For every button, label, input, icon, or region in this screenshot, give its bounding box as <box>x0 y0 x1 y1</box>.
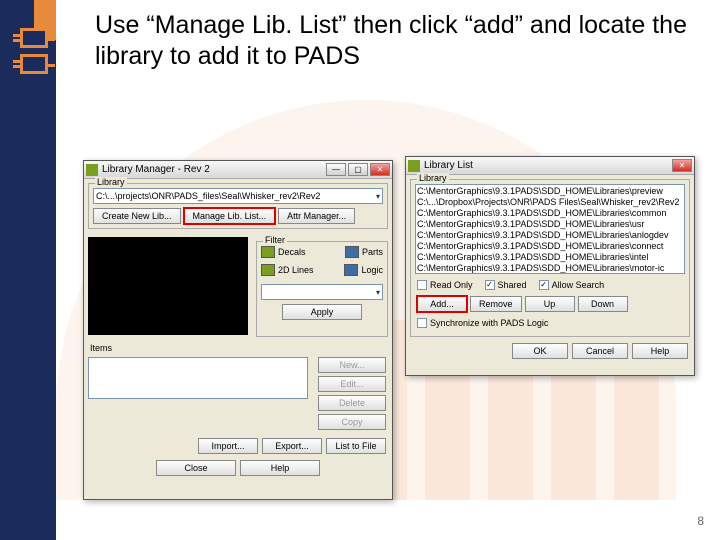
filter-2dlines[interactable]: 2D Lines <box>278 265 314 275</box>
items-listbox[interactable] <box>88 357 308 399</box>
titlebar[interactable]: Library Manager - Rev 2 — ▢ ✕ <box>84 161 392 179</box>
window-title: Library Manager - Rev 2 <box>102 164 210 175</box>
library-list-window: Library List ✕ Library C:\MentorGraphics… <box>405 156 695 376</box>
app-icon <box>408 160 420 172</box>
slide-title: Use “Manage Lib. List” then click “add” … <box>95 10 700 73</box>
group-label: Library <box>417 173 449 183</box>
app-icon <box>86 164 98 176</box>
export-button[interactable]: Export... <box>262 438 322 454</box>
decals-icon <box>261 246 275 258</box>
close-button[interactable]: ✕ <box>370 163 390 176</box>
list-item[interactable]: C:\MentorGraphics\9.3.1PADS\SDD_HOME\Lib… <box>417 263 683 274</box>
apply-button[interactable]: Apply <box>282 304 362 320</box>
delete-button[interactable]: Delete <box>318 395 386 411</box>
down-button[interactable]: Down <box>578 296 628 312</box>
titlebar[interactable]: Library List ✕ <box>406 157 694 175</box>
attr-manager-button[interactable]: Attr Manager... <box>278 208 355 224</box>
ok-button[interactable]: OK <box>512 343 568 359</box>
list-item[interactable]: C:\MentorGraphics\9.3.1PADS\SDD_HOME\Lib… <box>417 219 683 230</box>
add-button[interactable]: Add... <box>417 296 467 312</box>
window-title: Library List <box>424 160 473 171</box>
parts-icon <box>345 246 359 258</box>
chip-icon <box>20 54 48 74</box>
close-button[interactable]: ✕ <box>672 159 692 172</box>
library-manager-window: Library Manager - Rev 2 — ▢ ✕ Library C:… <box>83 160 393 500</box>
filter-parts[interactable]: Parts <box>362 247 383 257</box>
preview-area <box>88 237 248 335</box>
remove-button[interactable]: Remove <box>470 296 522 312</box>
minimize-button[interactable]: — <box>326 163 346 176</box>
import-button[interactable]: Import... <box>198 438 258 454</box>
group-label: Filter <box>263 235 287 245</box>
list-item[interactable]: C:\MentorGraphics\9.3.1PADS\SDD_HOME\Lib… <box>417 208 683 219</box>
list-item[interactable]: C:\MentorGraphics\9.3.1PADS\SDD_HOME\Lib… <box>417 241 683 252</box>
filter-group: Filter DecalsParts 2D LinesLogic Apply <box>256 241 388 337</box>
close-dialog-button[interactable]: Close <box>156 460 236 476</box>
library-group: Library C:\MentorGraphics\9.3.1PADS\SDD_… <box>410 179 690 337</box>
filter-decals[interactable]: Decals <box>278 247 306 257</box>
manage-lib-list-button[interactable]: Manage Lib. List... <box>184 208 276 224</box>
lines-icon <box>261 264 275 276</box>
list-item[interactable]: C:\...\Dropbox\Projects\ONR\PADS Files\S… <box>417 197 683 208</box>
filter-logic[interactable]: Logic <box>361 265 383 275</box>
group-label: Library <box>95 177 127 187</box>
edit-button[interactable]: Edit... <box>318 376 386 392</box>
library-path-combo[interactable]: C:\...\projects\ONR\PADS_files\Seal\Whis… <box>93 188 383 204</box>
page-number: 8 <box>697 514 704 528</box>
readonly-checkbox[interactable]: Read Only <box>417 280 473 290</box>
new-button[interactable]: New... <box>318 357 386 373</box>
items-label: Items <box>90 343 386 353</box>
library-group: Library C:\...\projects\ONR\PADS_files\S… <box>88 183 388 229</box>
logic-icon <box>344 264 358 276</box>
maximize-button[interactable]: ▢ <box>348 163 368 176</box>
allow-search-checkbox[interactable]: ✓Allow Search <box>539 280 605 290</box>
shared-checkbox[interactable]: ✓Shared <box>485 280 527 290</box>
up-button[interactable]: Up <box>525 296 575 312</box>
sync-checkbox[interactable]: Synchronize with PADS Logic <box>417 318 548 328</box>
create-new-lib-button[interactable]: Create New Lib... <box>93 208 181 224</box>
list-item[interactable]: C:\MentorGraphics\9.3.1PADS\SDD_HOME\Lib… <box>417 230 683 241</box>
sidebar-bg <box>0 0 56 540</box>
copy-button[interactable]: Copy <box>318 414 386 430</box>
list-item[interactable]: C:\MentorGraphics\9.3.1PADS\SDD_HOME\Lib… <box>417 186 683 197</box>
filter-combo[interactable] <box>261 284 383 300</box>
cancel-button[interactable]: Cancel <box>572 343 628 359</box>
help-button[interactable]: Help <box>240 460 320 476</box>
help-button[interactable]: Help <box>632 343 688 359</box>
chip-icon <box>20 28 48 48</box>
list-to-file-button[interactable]: List to File <box>326 438 386 454</box>
library-paths-listbox[interactable]: C:\MentorGraphics\9.3.1PADS\SDD_HOME\Lib… <box>415 184 685 274</box>
list-item[interactable]: C:\MentorGraphics\9.3.1PADS\SDD_HOME\Lib… <box>417 252 683 263</box>
